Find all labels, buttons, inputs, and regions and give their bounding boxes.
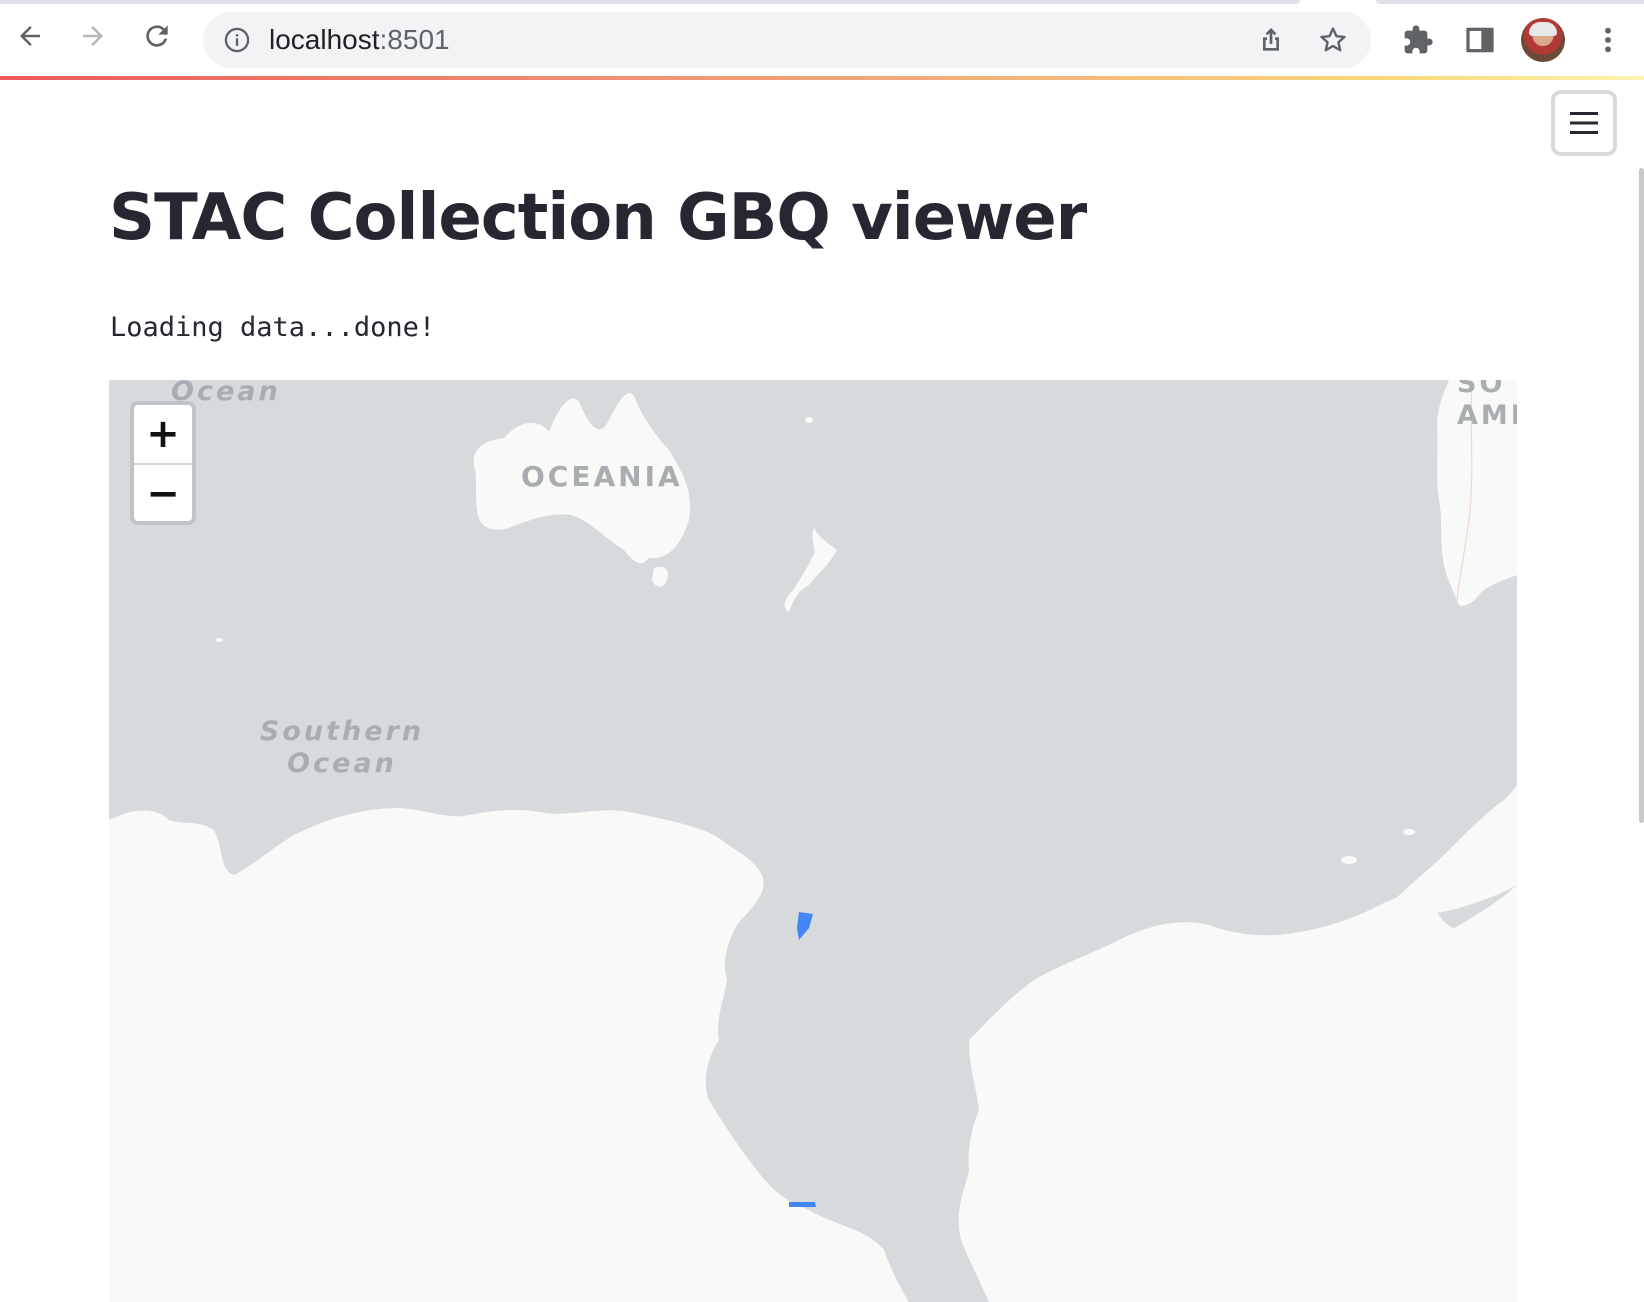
loading-status-text: Loading data...done! [110, 312, 436, 343]
share-icon[interactable] [1255, 24, 1287, 56]
reload-icon[interactable] [139, 18, 175, 54]
bookmark-star-icon[interactable] [1317, 24, 1349, 56]
island [215, 638, 223, 642]
data-feature-polygon [789, 1202, 816, 1207]
hamburger-menu-icon[interactable] [1551, 90, 1617, 156]
page-title: STAC Collection GBQ viewer [109, 181, 1087, 255]
map-view[interactable]: Ocean OCEANIA Southern Ocean SO AME + − [109, 380, 1517, 1302]
south-america-line1: SO [1457, 380, 1506, 399]
zoom-out-button[interactable]: − [134, 465, 192, 521]
forward-arrow-icon[interactable] [75, 18, 111, 54]
zoom-in-button[interactable]: + [134, 405, 192, 465]
island [805, 417, 813, 423]
url-port: :8501 [379, 24, 450, 55]
site-info-icon[interactable] [223, 26, 251, 54]
avatar-cap [1529, 22, 1557, 36]
island [1403, 829, 1415, 835]
address-bar[interactable]: localhost:8501 [203, 12, 1371, 68]
more-menu-icon[interactable] [1590, 22, 1626, 58]
map-zoom-control: + − [130, 401, 196, 525]
loading-progress-bar [0, 76, 1644, 80]
page-scrollbar[interactable] [1639, 168, 1644, 823]
island [1341, 856, 1357, 864]
map-label-southern-ocean: Southern Ocean [257, 716, 427, 780]
map-label-oceania: OCEANIA [521, 460, 683, 493]
profile-avatar[interactable] [1521, 18, 1565, 62]
url-host: localhost [269, 24, 380, 55]
southern-ocean-line1: Southern [259, 716, 425, 747]
island [1043, 1016, 1055, 1024]
url-text[interactable]: localhost:8501 [269, 24, 450, 56]
extensions-puzzle-icon[interactable] [1400, 22, 1436, 58]
browser-toolbar: localhost:8501 [0, 4, 1644, 76]
island [1114, 945, 1124, 951]
island [1163, 925, 1175, 931]
side-panel-icon[interactable] [1462, 22, 1498, 58]
map-label-south-america: SO AME [1457, 380, 1517, 432]
southern-ocean-line2: Ocean [287, 748, 397, 779]
map-basemap [109, 380, 1517, 1302]
south-america-line2: AME [1457, 400, 1517, 431]
back-arrow-icon[interactable] [12, 18, 48, 54]
